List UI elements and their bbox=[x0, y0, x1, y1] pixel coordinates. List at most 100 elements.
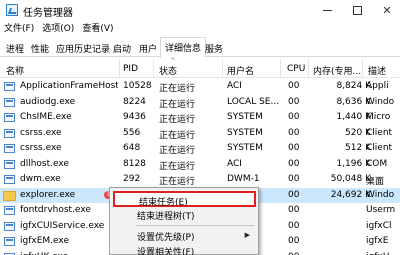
process-memory: 512 K bbox=[345, 143, 371, 153]
maximize-button[interactable] bbox=[346, 0, 368, 20]
process-user: SYSTEM bbox=[227, 127, 263, 138]
tab-processes[interactable]: 进程 bbox=[2, 39, 28, 57]
minimize-button[interactable] bbox=[316, 0, 338, 20]
column-divider[interactable] bbox=[308, 59, 309, 77]
process-description: igfxH bbox=[366, 252, 400, 255]
process-status: 正在运行 bbox=[159, 146, 196, 156]
process-cpu: 00 bbox=[288, 143, 300, 153]
process-description: 桌面 bbox=[366, 177, 385, 187]
table-row[interactable]: audiodg.exe 8224 正在运行 LOCAL SE... 00 8,636 KW… bbox=[0, 95, 400, 111]
menu-set-priority-label: 设置优先级(P) bbox=[137, 233, 195, 243]
column-header-pid[interactable]: PID bbox=[123, 64, 138, 74]
process-cpu: 00 bbox=[288, 236, 300, 246]
column-header-memory[interactable]: 内存(专用... bbox=[313, 64, 361, 77]
menu-options[interactable]: 选项(O) bbox=[38, 20, 78, 35]
maximize-icon bbox=[352, 5, 362, 15]
process-description: Windo bbox=[366, 189, 395, 200]
folder-icon bbox=[3, 190, 16, 201]
column-header-status[interactable]: 状态 bbox=[159, 64, 177, 77]
process-name: igfxCUIService.exe bbox=[20, 220, 105, 231]
process-pid: 292 bbox=[123, 174, 141, 184]
process-cpu: 00 bbox=[288, 96, 300, 107]
column-divider[interactable] bbox=[222, 59, 223, 77]
tab-services[interactable]: 服务 bbox=[201, 39, 227, 57]
process-name: fontdrvhost.exe bbox=[20, 205, 91, 215]
process-name: dwm.exe bbox=[20, 174, 61, 184]
column-divider[interactable] bbox=[280, 59, 281, 77]
process-memory: 8,824 K bbox=[336, 81, 371, 91]
process-name: dllhost.exe bbox=[20, 158, 69, 169]
table-row[interactable]: dllhost.exe 8128 正在运行 ACI 00 1,196 K COM bbox=[0, 157, 400, 173]
process-cpu: 00 bbox=[288, 127, 300, 138]
process-status: 正在运行 bbox=[159, 84, 196, 94]
column-header-user[interactable]: 用户名 bbox=[227, 64, 254, 77]
process-pid: 8128 bbox=[123, 158, 146, 169]
process-name: igfxEM.exe bbox=[20, 236, 69, 246]
process-user: SYSTEM bbox=[227, 143, 263, 153]
process-description: igfxCl bbox=[366, 220, 392, 231]
minimize-icon bbox=[322, 9, 332, 11]
table-row[interactable]: ChsIME.exe 9436 正在运行 SYSTEM 00 1,440 K Micro bbox=[0, 110, 400, 126]
process-description: Windo bbox=[366, 96, 395, 107]
process-icon bbox=[4, 206, 15, 215]
tab-app-history[interactable]: 应用历史记录 bbox=[52, 39, 114, 57]
context-menu: 结束任务(E) 结束进程树(T) 设置优先级(P) ▶ 设置相关性(F) bbox=[109, 187, 259, 255]
tab-startup[interactable]: 启动 bbox=[109, 39, 135, 57]
process-cpu: 00 bbox=[288, 189, 300, 200]
process-icon bbox=[4, 113, 15, 122]
process-icon bbox=[4, 144, 15, 153]
column-divider[interactable] bbox=[153, 59, 154, 77]
window-title: 任务管理器 bbox=[23, 8, 73, 19]
process-memory: 50,048 K bbox=[330, 174, 371, 184]
column-divider[interactable] bbox=[362, 59, 363, 77]
process-memory: 520 K bbox=[345, 127, 371, 138]
process-status: 正在运行 bbox=[159, 130, 196, 141]
menu-end-process-tree[interactable]: 结束进程树(T) bbox=[113, 207, 256, 223]
process-name: ChsIME.exe bbox=[20, 112, 72, 122]
process-memory: 1,196 K bbox=[336, 158, 371, 169]
process-name: csrss.exe bbox=[20, 127, 62, 138]
process-status: 正在运行 bbox=[159, 115, 196, 125]
menu-set-priority[interactable]: 设置优先级(P) ▶ bbox=[113, 228, 256, 244]
menu-view[interactable]: 查看(V) bbox=[78, 20, 117, 35]
process-name: igfxHK.exe bbox=[20, 252, 118, 255]
process-icon bbox=[4, 175, 15, 184]
process-memory: 1,440 K bbox=[336, 112, 371, 122]
menu-bar: 文件(F) 选项(O) 查看(V) bbox=[0, 20, 400, 35]
tab-performance[interactable]: 性能 bbox=[27, 39, 53, 57]
process-description: Client bbox=[366, 143, 393, 153]
process-cpu: 00 bbox=[288, 158, 300, 169]
table-row[interactable]: dwm.exe 292 正在运行 DWM-1 00 50,048 K 桌面 bbox=[0, 172, 400, 188]
process-icon bbox=[4, 97, 15, 107]
process-memory: 24,692 K bbox=[330, 189, 371, 200]
process-user: ACI bbox=[227, 158, 242, 169]
process-pid: 648 bbox=[123, 143, 141, 153]
process-memory: 8,636 K bbox=[336, 96, 371, 107]
column-header-description[interactable]: 描述 bbox=[368, 64, 386, 77]
process-user: LOCAL SE... bbox=[227, 96, 280, 107]
menu-end-task[interactable]: 结束任务(E) bbox=[113, 191, 256, 208]
tab-details[interactable]: 详细信息 bbox=[160, 37, 207, 58]
process-name: ApplicationFrameHost... bbox=[20, 81, 118, 91]
table-row[interactable]: ApplicationFrameHost... 10528 正在运行 ACI 00 8,8… bbox=[0, 79, 400, 95]
tab-users[interactable]: 用户 bbox=[135, 39, 161, 57]
menu-set-affinity[interactable]: 设置相关性(F) bbox=[113, 243, 256, 255]
table-header: ^ 名称 PID 状态 用户名 CPU 内存(专用... 描述 bbox=[0, 57, 400, 78]
menu-file[interactable]: 文件(F) bbox=[0, 20, 38, 35]
column-divider[interactable] bbox=[119, 59, 120, 77]
close-button[interactable]: ✕ bbox=[376, 0, 398, 20]
table-row[interactable]: csrss.exe 648 正在运行 SYSTEM 00 512 K Client bbox=[0, 141, 400, 157]
process-cpu: 00 bbox=[288, 174, 300, 184]
menu-separator bbox=[136, 225, 254, 226]
process-name: csrss.exe bbox=[20, 143, 62, 153]
table-row[interactable]: csrss.exe 556 正在运行 SYSTEM 00 520 K Client bbox=[0, 126, 400, 142]
process-name: audiodg.exe bbox=[20, 96, 76, 107]
column-header-name[interactable]: 名称 bbox=[6, 64, 24, 77]
tab-bar: 进程 性能 应用历史记录 启动 用户 详细信息 服务 bbox=[0, 35, 400, 58]
process-user: DWM-1 bbox=[227, 174, 260, 184]
title-bar: 任务管理器 ✕ bbox=[0, 0, 400, 20]
submenu-arrow-icon: ▶ bbox=[244, 231, 250, 239]
process-cpu: 00 bbox=[288, 220, 300, 231]
column-header-cpu[interactable]: CPU bbox=[287, 64, 305, 74]
process-description: COM bbox=[366, 158, 388, 169]
